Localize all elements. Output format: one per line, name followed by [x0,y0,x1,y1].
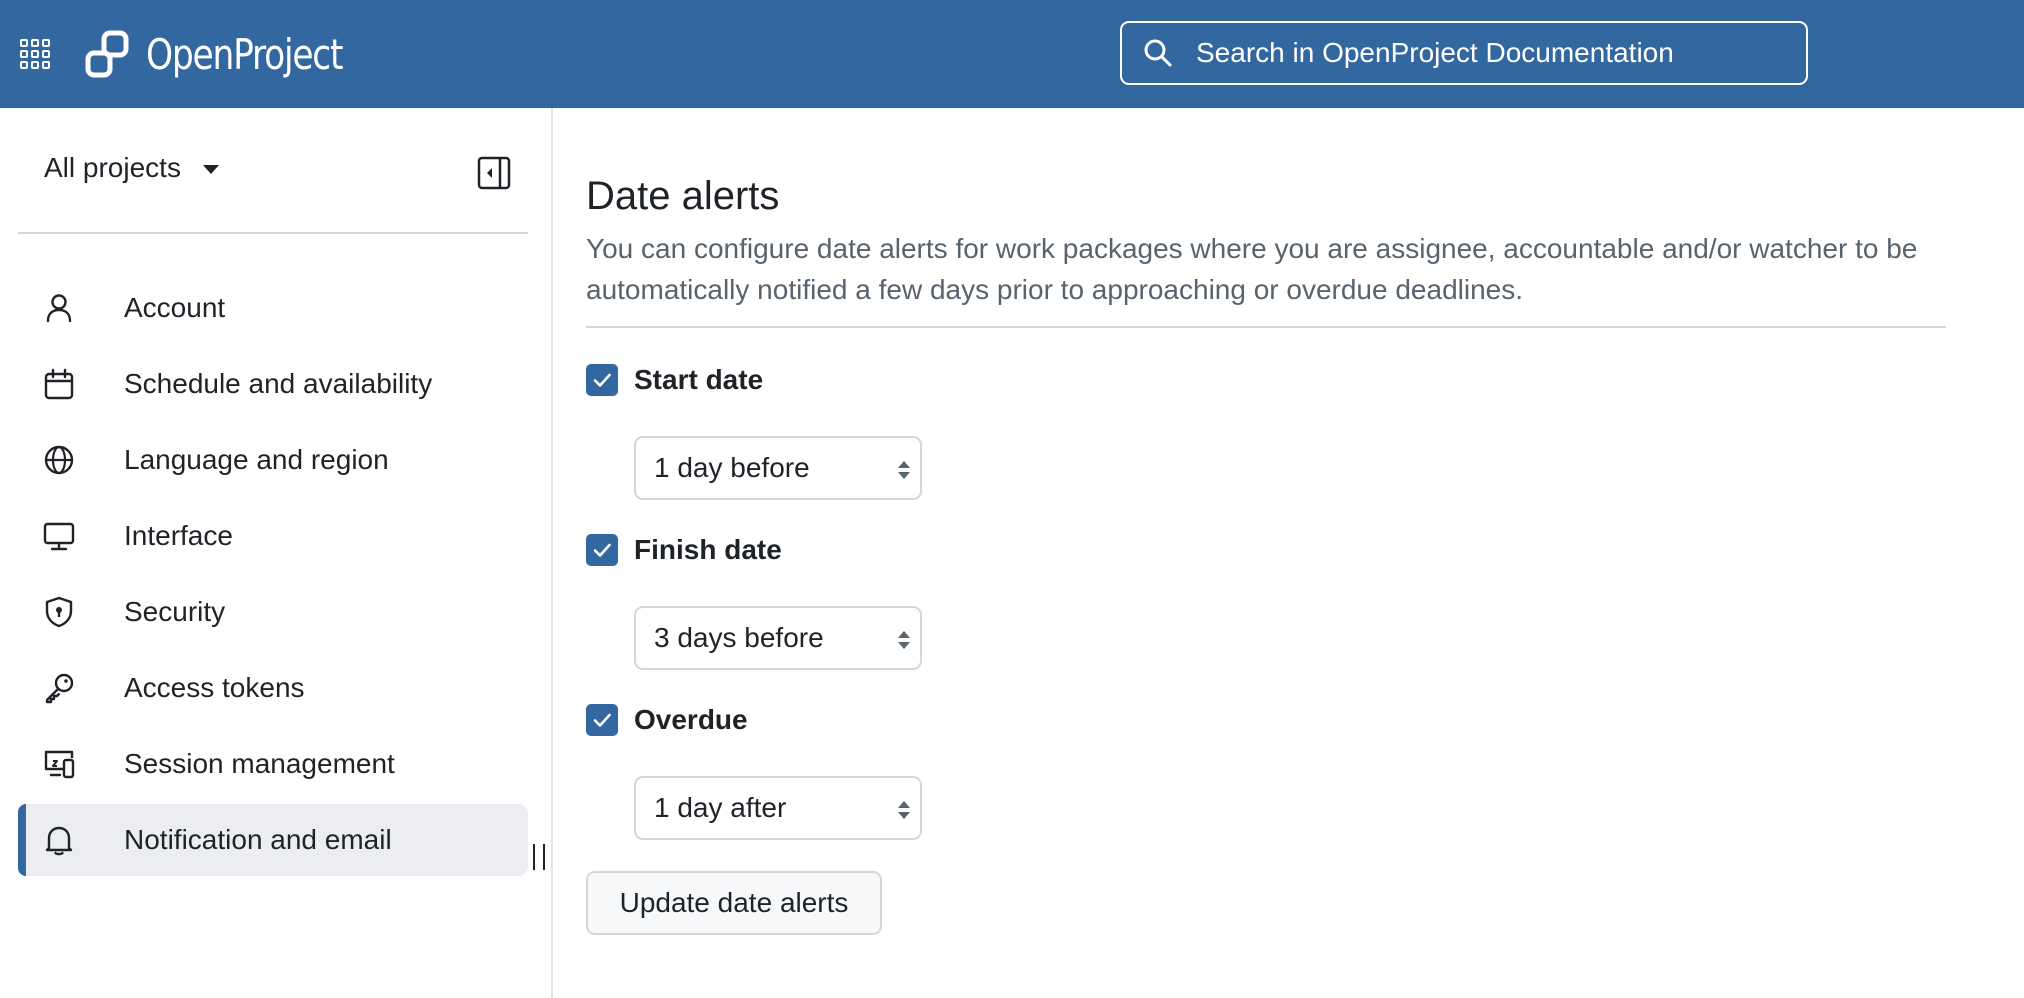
update-date-alerts-button[interactable]: Update date alerts [586,871,882,935]
checkmark-icon [593,373,611,387]
sidebar-item-label: Session management [124,748,395,779]
sidebar-item-language[interactable]: Language and region [18,424,528,496]
caret-down-icon [202,165,219,174]
devices-icon [44,750,75,779]
sidebar-item-security[interactable]: Security [18,576,528,648]
finish-date-alert-row: Finish date [586,534,782,566]
sidebar-item-account[interactable]: Account [18,272,528,344]
overdue-checkbox[interactable] [586,704,618,736]
openproject-logo-mark-icon [85,30,129,78]
select-arrows-icon [898,631,910,649]
sidebar-menu: Account Schedule and availability Langua… [18,272,528,880]
finish-date-label: Finish date [634,534,782,565]
section-divider [586,326,1946,328]
sidebar-collapse-icon[interactable] [476,155,512,191]
documentation-search-input[interactable]: Search in OpenProject Documentation [1120,21,1808,85]
page-description: You can configure date alerts for work p… [586,233,1918,305]
top-header: OpenProject Search in OpenProject Docume… [0,0,2024,108]
overdue-alert-row: Overdue [586,704,748,736]
sidebar: All projects Account Schedule and availa… [0,108,553,998]
start-date-selected-value: 1 day before [654,452,810,483]
bell-icon [45,826,73,856]
app-name: OpenProject [146,29,344,79]
globe-icon [44,445,74,475]
project-selector[interactable]: All projects [44,152,219,184]
main-content: Date alerts You can configure date alert… [586,108,1946,998]
shield-icon [45,596,73,628]
calendar-icon [44,368,74,400]
sidebar-item-label: Interface [124,520,233,551]
overdue-label: Overdue [634,704,748,735]
app-menu-grid-icon[interactable] [20,39,50,69]
key-icon [45,673,74,704]
sidebar-item-label: Account [124,292,226,323]
select-arrows-icon [898,801,910,819]
checkmark-icon [593,543,611,557]
overdue-select[interactable]: 1 day after [634,776,922,840]
start-date-select[interactable]: 1 day before [634,436,922,500]
start-date-checkbox[interactable] [586,364,618,396]
sidebar-item-schedule[interactable]: Schedule and availability [18,348,528,420]
search-icon [1144,39,1172,67]
user-icon [46,294,72,323]
select-arrows-icon [898,461,910,479]
project-selector-label: All projects [44,152,181,183]
sidebar-item-label: Security [124,596,226,627]
sidebar-item-notification-email[interactable]: Notification and email [18,804,528,876]
openproject-logo[interactable]: OpenProject [82,26,385,82]
sidebar-divider [18,232,528,234]
sidebar-item-label: Access tokens [124,672,305,703]
monitor-icon [43,522,75,551]
search-placeholder: Search in OpenProject Documentation [1196,37,1674,68]
overdue-selected-value: 1 day after [654,792,787,823]
sidebar-item-session-management[interactable]: Session management [18,728,528,800]
finish-date-checkbox[interactable] [586,534,618,566]
sidebar-resize-handle[interactable] [533,844,545,870]
finish-date-select[interactable]: 3 days before [634,606,922,670]
sidebar-item-access-tokens[interactable]: Access tokens [18,652,528,724]
page-title: Date alerts [586,174,780,218]
start-date-alert-row: Start date [586,364,763,396]
sidebar-item-interface[interactable]: Interface [18,500,528,572]
finish-date-selected-value: 3 days before [654,622,824,653]
start-date-label: Start date [634,364,764,395]
sidebar-item-label: Notification and email [124,824,392,855]
checkmark-icon [593,713,611,727]
sidebar-item-label: Schedule and availability [124,368,433,399]
sidebar-item-label: Language and region [124,444,389,475]
